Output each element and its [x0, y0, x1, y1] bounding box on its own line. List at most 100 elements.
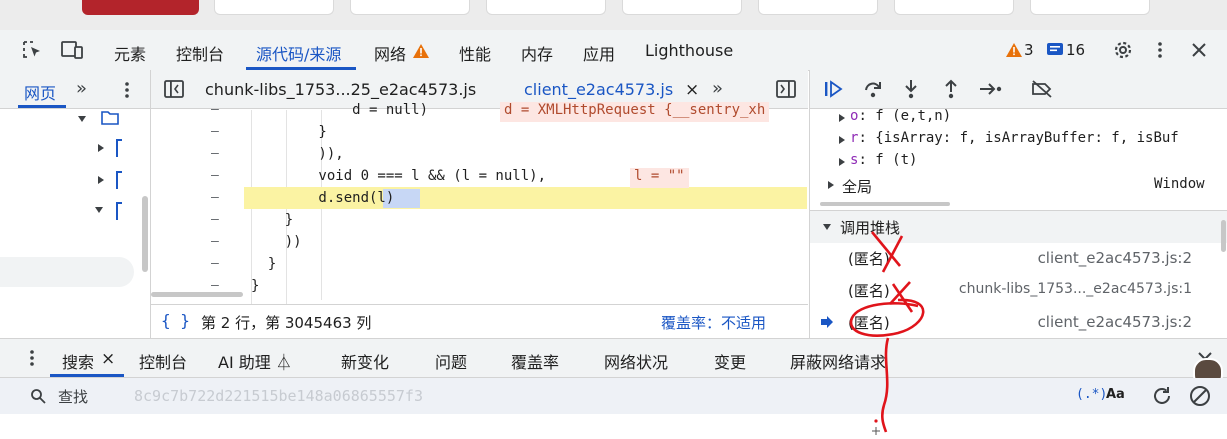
- editor-tab-chunk-libs[interactable]: chunk-libs_1753...25_e2ac4573.js: [205, 80, 476, 99]
- step-out-icon[interactable]: [942, 78, 960, 100]
- more-options-icon[interactable]: [1153, 40, 1167, 60]
- warning-count[interactable]: 3: [1024, 41, 1034, 59]
- tab-network[interactable]: 网络: [374, 41, 406, 65]
- debugger-scrollbar[interactable]: [1221, 220, 1226, 252]
- line-gutter[interactable]: –: [211, 146, 219, 161]
- close-search-tab-button[interactable]: ×: [101, 349, 115, 369]
- code-line[interactable]: }: [251, 278, 259, 294]
- toggle-debugger-icon[interactable]: [776, 80, 796, 98]
- toolbar-button[interactable]: [214, 0, 334, 15]
- clear-icon[interactable]: [1188, 384, 1212, 408]
- navigator-tab-page[interactable]: 网页: [24, 80, 56, 104]
- tab-sources[interactable]: 源代码/来源: [256, 41, 341, 65]
- folder-icon[interactable]: [116, 139, 122, 157]
- close-devtools-icon[interactable]: [1190, 41, 1208, 59]
- pretty-print-button[interactable]: { }: [161, 311, 190, 330]
- toolbar-button[interactable]: [1030, 0, 1150, 15]
- line-gutter[interactable]: –: [211, 124, 219, 139]
- call-frame[interactable]: (匿名) chunk-libs_1753..._e2ac4573.js:1: [810, 274, 1227, 306]
- drawer-tab-whats-new[interactable]: 新变化: [341, 349, 389, 373]
- refresh-icon[interactable]: [1151, 385, 1173, 407]
- folder-icon[interactable]: [116, 202, 122, 220]
- scope-entry-r[interactable]: r: {isArray: f, isArrayBuffer: f, isBuf: [850, 130, 1179, 146]
- step-icon[interactable]: [978, 80, 1004, 98]
- warning-icon[interactable]: [1005, 42, 1023, 58]
- code-line[interactable]: }: [251, 212, 293, 228]
- code-line[interactable]: )): [251, 234, 302, 250]
- deactivate-breakpoints-icon[interactable]: [1030, 79, 1054, 99]
- message-count[interactable]: 16: [1066, 41, 1085, 59]
- tab-console[interactable]: 控制台: [176, 41, 224, 65]
- drawer-tab-request-blocking[interactable]: 屏蔽网络请求: [790, 349, 886, 373]
- tab-performance[interactable]: 性能: [459, 41, 491, 65]
- resume-icon[interactable]: [822, 80, 844, 98]
- line-gutter[interactable]: –: [211, 234, 219, 249]
- navigator-menu-icon[interactable]: [120, 80, 134, 100]
- expand-arrow-icon[interactable]: [839, 114, 845, 122]
- toolbar-button[interactable]: [894, 0, 1014, 15]
- regex-toggle[interactable]: (.*): [1076, 387, 1107, 402]
- line-gutter[interactable]: –: [211, 190, 219, 205]
- tab-application[interactable]: 应用: [583, 41, 615, 65]
- selected-tree-row[interactable]: [0, 257, 134, 287]
- toolbar-button-red[interactable]: [82, 0, 199, 15]
- line-gutter[interactable]: –: [211, 278, 219, 293]
- tree-collapse-icon[interactable]: [98, 144, 104, 152]
- navigator-more-button[interactable]: »: [76, 78, 87, 99]
- editor-more-tabs-button[interactable]: »: [712, 78, 723, 99]
- call-stack-header[interactable]: 调用堆栈: [810, 210, 1227, 243]
- line-gutter[interactable]: –: [211, 168, 219, 183]
- tab-memory[interactable]: 内存: [521, 41, 553, 65]
- tree-expand-icon[interactable]: [95, 207, 103, 213]
- toolbar-button[interactable]: [622, 0, 742, 15]
- navigator-scrollbar[interactable]: [142, 196, 148, 272]
- message-icon[interactable]: [1046, 42, 1064, 58]
- scope-entry-s[interactable]: s: f (t): [850, 152, 917, 168]
- editor-horizontal-scrollbar[interactable]: [151, 292, 243, 297]
- call-frame-location[interactable]: client_e2ac4573.js:2: [1038, 249, 1192, 267]
- editor-tab-client[interactable]: client_e2ac4573.js: [524, 80, 673, 99]
- expand-arrow-icon[interactable]: [839, 158, 845, 166]
- expand-arrow-icon[interactable]: [828, 181, 834, 189]
- step-over-icon[interactable]: [862, 79, 884, 99]
- call-frame-location[interactable]: chunk-libs_1753..._e2ac4573.js:1: [959, 281, 1192, 297]
- folder-icon[interactable]: [100, 108, 120, 126]
- drawer-tab-changes[interactable]: 变更: [714, 349, 746, 373]
- inspect-element-icon[interactable]: [22, 40, 44, 60]
- drawer-tab-search[interactable]: 搜索: [62, 349, 94, 373]
- tree-collapse-icon[interactable]: [98, 176, 104, 184]
- drawer-menu-icon[interactable]: [25, 348, 39, 368]
- expand-arrow-icon[interactable]: [839, 136, 845, 144]
- drawer-tab-console[interactable]: 控制台: [139, 349, 187, 373]
- tree-expand-icon[interactable]: [78, 116, 86, 122]
- step-into-icon[interactable]: [902, 78, 920, 100]
- code-line-current[interactable]: d.send(l): [251, 190, 394, 206]
- call-frame[interactable]: (匿名) client_e2ac4573.js:2: [810, 242, 1227, 274]
- toolbar-button[interactable]: [350, 0, 470, 15]
- code-line[interactable]: d = null): [251, 102, 428, 118]
- code-line[interactable]: void 0 === l && (l = null),: [251, 168, 546, 184]
- close-tab-button[interactable]: ×: [685, 80, 699, 100]
- drawer-tab-ai-assistant[interactable]: AI 助理 ⏃: [218, 349, 292, 373]
- tab-lighthouse[interactable]: Lighthouse: [645, 41, 733, 60]
- scope-horizontal-scrollbar[interactable]: [820, 202, 950, 206]
- call-frame-current[interactable]: (匿名) client_e2ac4573.js:2: [810, 306, 1227, 338]
- coverage-status[interactable]: 覆盖率：不适用: [661, 312, 766, 333]
- match-case-toggle[interactable]: Aa: [1106, 387, 1125, 402]
- code-line[interactable]: }: [251, 124, 326, 140]
- code-line[interactable]: )),: [251, 146, 343, 162]
- call-frame-location[interactable]: client_e2ac4573.js:2: [1038, 313, 1192, 331]
- drawer-tab-coverage[interactable]: 覆盖率: [511, 349, 559, 373]
- device-toolbar-icon[interactable]: [60, 40, 84, 60]
- line-gutter[interactable]: –: [211, 212, 219, 227]
- tab-elements[interactable]: 元素: [114, 41, 146, 65]
- folder-icon[interactable]: [116, 171, 122, 189]
- settings-gear-icon[interactable]: [1112, 39, 1134, 61]
- collapse-arrow-icon[interactable]: [823, 224, 831, 230]
- drawer-tab-issues[interactable]: 问题: [435, 349, 467, 373]
- line-gutter[interactable]: –: [211, 102, 219, 117]
- toggle-navigator-icon[interactable]: [164, 80, 184, 98]
- global-scope-label[interactable]: 全局: [842, 176, 872, 197]
- search-input[interactable]: 查找: [58, 386, 88, 407]
- toolbar-button[interactable]: [758, 0, 878, 15]
